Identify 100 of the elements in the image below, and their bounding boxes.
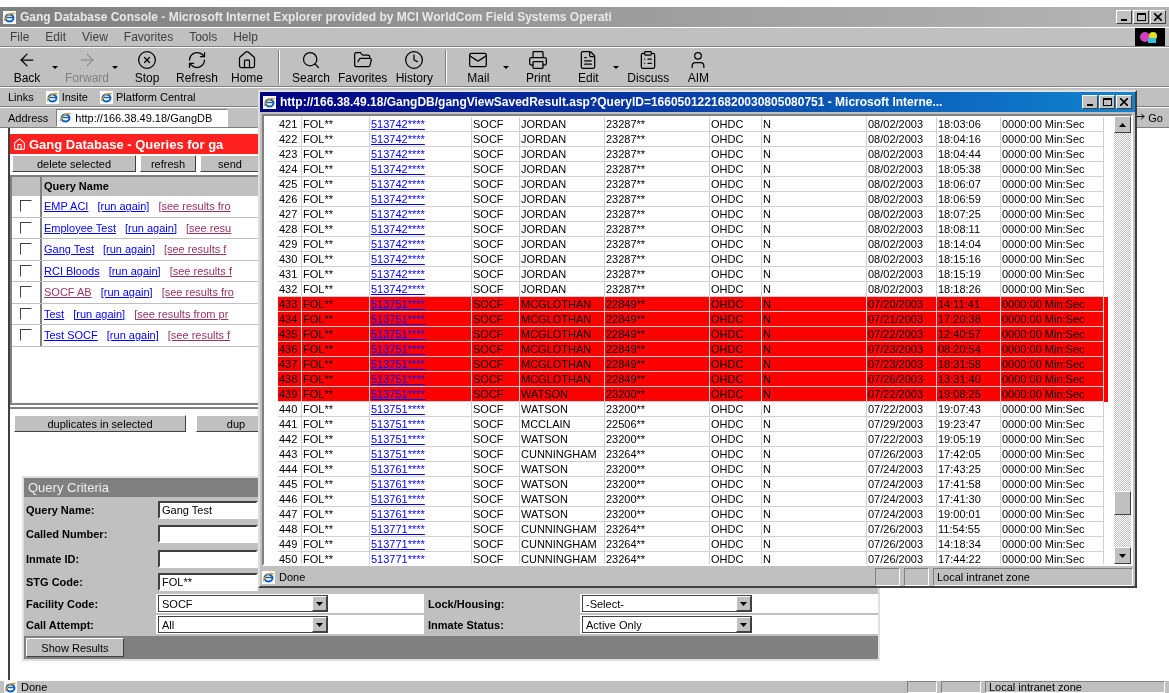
number-link[interactable]: 513771****	[371, 538, 425, 550]
number-link[interactable]: 513742****	[371, 193, 425, 205]
number-link[interactable]: 513742****	[371, 208, 425, 220]
minimize-button[interactable]	[1116, 10, 1132, 24]
run-again-link[interactable]: [run again]	[108, 264, 161, 277]
see-results-link[interactable]: [see results f	[163, 243, 227, 256]
close-button[interactable]	[1150, 10, 1166, 24]
text-field[interactable]	[158, 525, 258, 543]
action-button[interactable]: duplicates in selected	[14, 415, 186, 432]
number-link[interactable]: 513742****	[371, 178, 425, 190]
number-link[interactable]: 513761****	[371, 508, 425, 520]
run-again-link[interactable]: [run again]	[124, 221, 177, 234]
scroll-up-button[interactable]	[1114, 116, 1131, 133]
minimize-button[interactable]	[1082, 95, 1098, 109]
query-link[interactable]: EMP ACI	[44, 200, 89, 213]
run-again-link[interactable]: [run again]	[73, 307, 126, 320]
toolbar-button[interactable]: Favorites	[338, 49, 388, 85]
maximize-button[interactable]	[1133, 10, 1149, 24]
action-button[interactable]: refresh	[140, 155, 196, 172]
home-icon	[13, 137, 26, 151]
number-link[interactable]: 513771****	[371, 553, 425, 564]
toolbar-button[interactable]: Refresh	[174, 49, 220, 85]
maximize-button[interactable]	[1099, 95, 1115, 109]
number-link[interactable]: 513742****	[371, 118, 425, 130]
query-link[interactable]: Test SOCF	[44, 329, 98, 342]
browser-icon	[3, 10, 16, 24]
folder-icon	[352, 49, 373, 70]
menu-item[interactable]: File	[4, 30, 36, 44]
see-results-link[interactable]: [see results fro	[158, 200, 231, 213]
status-pane	[904, 568, 929, 586]
toolbar-button[interactable]: Discuss	[625, 49, 672, 85]
link-button[interactable]: Platform Central	[96, 90, 200, 104]
stop-icon	[137, 49, 157, 70]
select-field[interactable]: Active Only	[582, 616, 752, 633]
number-link[interactable]: 513751****	[371, 433, 425, 445]
browser-icon	[100, 90, 113, 104]
refresh-icon	[187, 49, 207, 70]
go-button[interactable]: Go	[1132, 111, 1165, 124]
text-field[interactable]: FOL**	[158, 573, 258, 591]
toolbar-button[interactable]: Search	[288, 49, 334, 85]
text-field[interactable]: Gang Test	[158, 500, 258, 519]
menu-item[interactable]: Edit	[39, 30, 73, 44]
toolbar-button[interactable]: Edit	[565, 49, 622, 85]
menu-item[interactable]: Favorites	[117, 30, 180, 44]
number-link[interactable]: 513742****	[371, 268, 425, 280]
number-link[interactable]: 513742****	[371, 283, 425, 295]
down-arrow-icon	[316, 622, 323, 627]
toolbar-button[interactable]: History	[391, 49, 438, 85]
select-field[interactable]: All	[158, 616, 328, 633]
toolbar-button[interactable]: Home	[224, 49, 270, 85]
see-results-link[interactable]: [see results from pr	[134, 307, 229, 320]
query-link[interactable]: Test	[44, 307, 65, 320]
toolbar-button[interactable]: Stop	[124, 49, 170, 85]
number-link[interactable]: 513761****	[371, 463, 425, 475]
number-link[interactable]: 513742****	[371, 253, 425, 265]
query-link[interactable]: RCI Bloods	[44, 264, 100, 277]
link-button[interactable]: Insite	[41, 90, 92, 104]
menu-item[interactable]: Help	[227, 30, 264, 44]
see-results-link[interactable]: [see resu	[185, 221, 232, 234]
select-field[interactable]: SOCF	[158, 595, 328, 612]
menu-item[interactable]: View	[76, 30, 114, 44]
table-cell: FOL**	[302, 552, 370, 564]
toolbar-button[interactable]: Back	[4, 49, 60, 85]
run-again-link[interactable]: [run again]	[102, 243, 155, 256]
see-results-link[interactable]: [see results fro	[161, 286, 234, 299]
caret-icon	[613, 65, 620, 69]
number-link[interactable]: 513742****	[371, 163, 425, 175]
number-link[interactable]: 513742****	[371, 133, 425, 145]
close-button[interactable]	[1116, 95, 1132, 109]
query-link[interactable]: Gang Test	[44, 243, 94, 256]
number-link[interactable]: 513751****	[371, 403, 425, 415]
scroll-down-button[interactable]	[1114, 547, 1131, 564]
scroll-thumb[interactable]	[1114, 491, 1131, 515]
down-arrow-icon	[1119, 553, 1126, 558]
see-results-link[interactable]: [see results f	[167, 329, 231, 342]
action-button[interactable]: send	[200, 155, 258, 172]
see-results-link[interactable]: [see results f	[169, 264, 232, 277]
action-button[interactable]: dup	[196, 415, 258, 432]
action-button[interactable]: delete selected	[12, 155, 136, 172]
number-link[interactable]: 513742****	[371, 223, 425, 235]
toolbar-button[interactable]: AIM	[675, 49, 722, 85]
address-field[interactable]: http://166.38.49.18/GangDB	[56, 108, 229, 127]
run-again-link[interactable]: [run again]	[97, 200, 150, 213]
number-link[interactable]: 513742****	[371, 238, 425, 250]
toolbar-button[interactable]: Mail	[455, 49, 512, 85]
run-again-link[interactable]: [run again]	[106, 329, 159, 342]
number-link[interactable]: 513742****	[371, 148, 425, 160]
number-link[interactable]: 513751****	[371, 448, 425, 460]
select-field[interactable]: -Select-	[582, 595, 752, 612]
query-link[interactable]: Employee Test	[44, 221, 116, 234]
browser-icon	[262, 570, 275, 584]
query-link[interactable]: SOCF AB	[44, 286, 92, 299]
number-link[interactable]: 513771****	[371, 523, 425, 535]
number-link[interactable]: 513751****	[371, 418, 425, 430]
show-results-button[interactable]: Show Results	[26, 638, 124, 657]
run-again-link[interactable]: [run again]	[100, 286, 153, 299]
text-field[interactable]	[158, 550, 258, 568]
toolbar-button[interactable]: Print	[515, 49, 562, 85]
menu-item[interactable]: Tools	[183, 30, 224, 44]
number-link[interactable]: 513761****	[371, 478, 425, 490]
